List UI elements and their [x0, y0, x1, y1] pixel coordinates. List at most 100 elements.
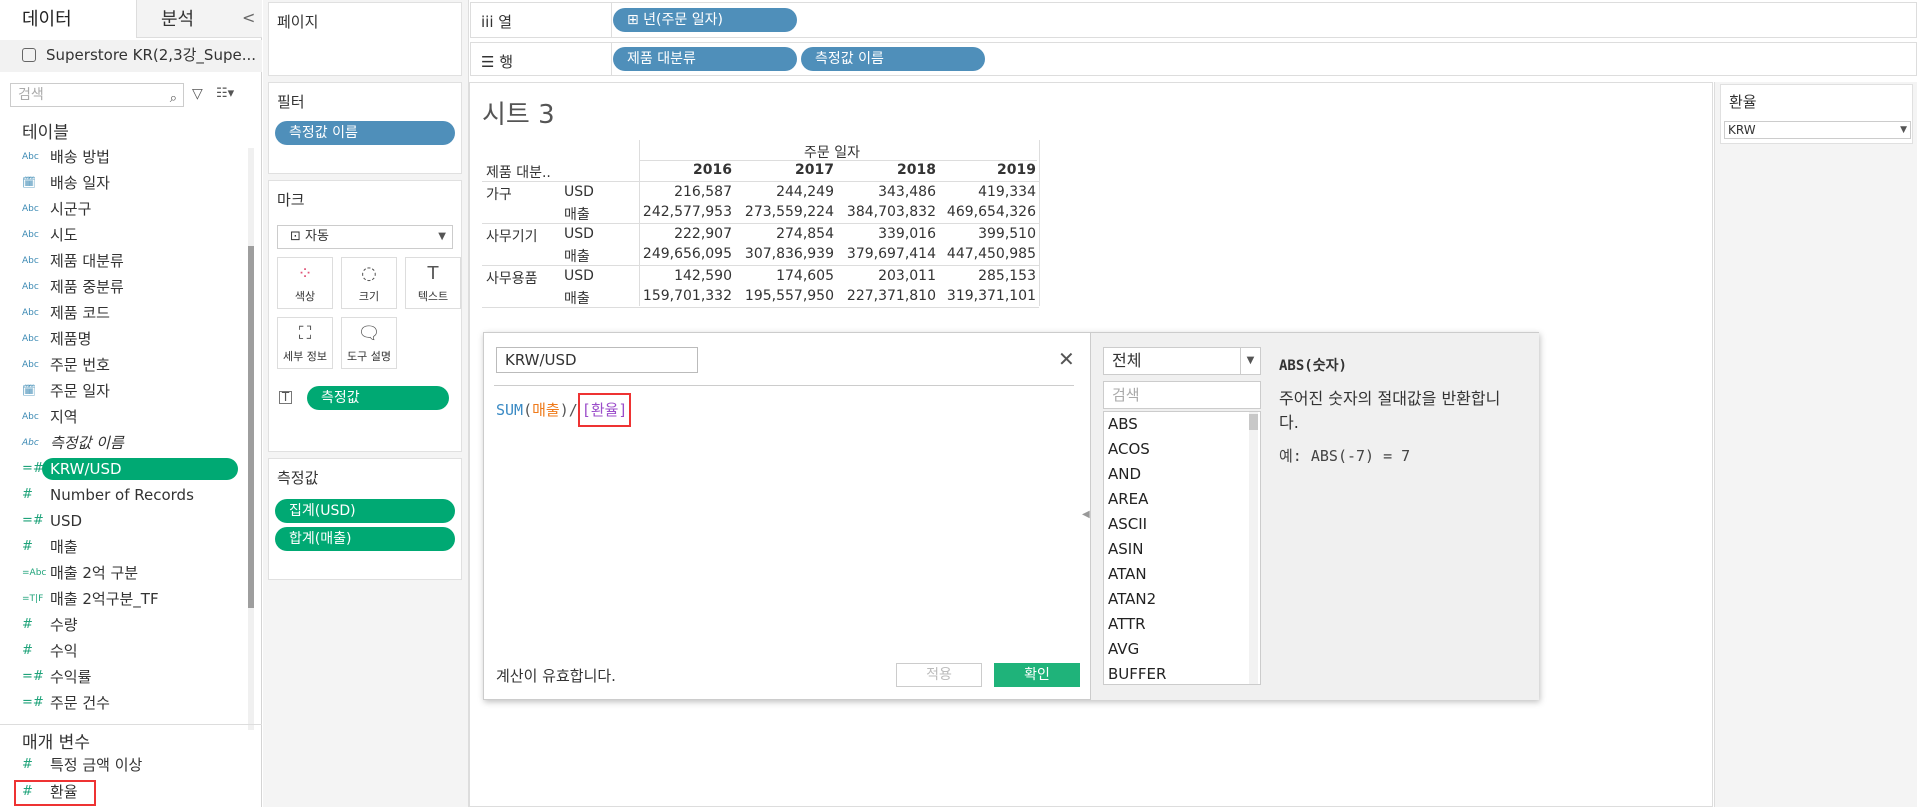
scrollbar-thumb[interactable] — [248, 246, 254, 608]
detail-icon: ⛶ — [298, 323, 312, 344]
datasource-row[interactable]: Superstore KR(2,3강_Supe... — [0, 40, 262, 72]
mark-type-dropdown[interactable]: ⊡ 자동 ▼ — [277, 225, 453, 249]
view-list-icon[interactable]: ☷▾ — [216, 86, 234, 101]
ok-button[interactable]: 확인 — [994, 663, 1080, 687]
field-label: 주문 일자 — [50, 382, 110, 400]
parameter-dropdown[interactable]: KRW ▼ — [1724, 121, 1911, 139]
function-item[interactable]: ATAN2 — [1104, 587, 1260, 612]
field-item[interactable]: Abc 시도 — [0, 222, 242, 248]
function-item[interactable]: ACOS — [1104, 437, 1260, 462]
marks-card[interactable]: 마크 ⊡ 자동 ▼ ⁘ 색상 ◌ 크기 T 텍스트 ⛶ 세부 정보 🗨 도구 설명 T 측… — [268, 180, 462, 452]
field-item[interactable]: # 수량 — [0, 612, 242, 638]
rows-label: ☰ 행 — [481, 53, 514, 71]
function-search-input[interactable]: 검색 — [1103, 381, 1261, 409]
function-item[interactable]: ABS — [1104, 412, 1260, 437]
function-list[interactable]: ABS ACOS AND AREA ASCII ASIN ATAN ATAN2 … — [1103, 411, 1261, 685]
scrollbar-thumb[interactable] — [1249, 414, 1258, 430]
filters-card[interactable]: 필터 측정값 이름 — [268, 82, 462, 174]
field-item[interactable]: Abc 시군구 — [0, 196, 242, 222]
function-description: 주어진 숫자의 절대값을 반환합니다. — [1279, 389, 1501, 432]
detail-button[interactable]: ⛶ 세부 정보 — [277, 317, 333, 369]
collapse-pane-icon[interactable]: < — [242, 8, 258, 28]
field-item[interactable]: Abc 제품 대분류 — [0, 248, 242, 274]
function-item[interactable]: ATAN — [1104, 562, 1260, 587]
function-item[interactable]: ATTR — [1104, 612, 1260, 637]
calc-measure-icon: =# — [22, 695, 44, 710]
string-type-icon: Abc — [22, 230, 39, 240]
apply-button[interactable]: 적용 — [896, 663, 982, 687]
text-button[interactable]: T 텍스트 — [405, 257, 461, 309]
field-label: 배송 일자 — [50, 174, 110, 192]
search-icon: ⌕ — [169, 91, 177, 106]
field-item[interactable]: =# 수익률 — [0, 664, 242, 690]
cell: 242,577,953 — [642, 204, 732, 220]
formula-editor[interactable]: SUM(매출)/[환율] — [496, 393, 632, 427]
field-search-input[interactable]: 검색 ⌕ — [10, 83, 184, 107]
row-header: 제품 대분.. — [486, 165, 551, 181]
field-item[interactable]: =# 주문 건수 — [0, 690, 242, 716]
function-item[interactable]: ASCII — [1104, 512, 1260, 537]
field-item[interactable]: 🗓 배송 일자 — [0, 170, 242, 196]
pages-card[interactable]: 페이지 — [268, 2, 462, 76]
cell: 142,590 — [674, 268, 732, 284]
string-type-icon: Abc — [22, 438, 39, 448]
function-item[interactable]: ASIN — [1104, 537, 1260, 562]
measure-values-pill[interactable]: 측정값 — [307, 386, 449, 410]
function-item[interactable]: AVG — [1104, 637, 1260, 662]
field-item[interactable]: =T|F 매출 2억구분_TF — [0, 586, 242, 612]
field-item[interactable]: Abc 지역 — [0, 404, 242, 430]
field-item[interactable]: # 매출 — [0, 534, 242, 560]
parameter-control-card[interactable]: 환율 KRW ▼ — [1720, 84, 1913, 144]
param-item[interactable]: # 특정 금액 이상 — [0, 752, 242, 778]
field-item[interactable]: 🗓 주문 일자 — [0, 378, 242, 404]
filter-pill[interactable]: 측정값 이름 — [275, 121, 455, 145]
function-panel: 전체 ▼ 검색 ABS ACOS AND AREA ASCII ASIN ATA… — [1090, 333, 1539, 700]
cell: 227,371,810 — [846, 288, 936, 304]
field-item-selected[interactable]: =# KRW/USD — [0, 456, 242, 482]
chevron-down-icon: ▼ — [1900, 125, 1907, 135]
string-type-icon: Abc — [22, 360, 39, 370]
cell: 469,654,326 — [946, 204, 1036, 220]
cell: 285,153 — [978, 268, 1036, 284]
tab-data[interactable]: 데이터 — [0, 0, 136, 38]
measure-label: 매출 — [564, 291, 590, 307]
field-item[interactable]: Abc 제품 코드 — [0, 300, 242, 326]
divider — [0, 724, 262, 725]
string-type-icon: Abc — [22, 152, 39, 162]
columns-shelf[interactable]: iii 열 ⊞ 년(주문 일자) — [470, 2, 1917, 38]
function-item[interactable]: BUFFER — [1104, 662, 1260, 684]
field-item[interactable]: # Number of Records — [0, 482, 242, 508]
field-item[interactable]: Abc 측정값 이름 — [0, 430, 242, 456]
mark-type-icon: ⊡ — [290, 229, 306, 244]
field-item[interactable]: =# USD — [0, 508, 242, 534]
function-item[interactable]: AREA — [1104, 487, 1260, 512]
collapse-panel-icon[interactable]: ◀ — [1082, 509, 1090, 520]
function-category-dropdown[interactable]: 전체 ▼ — [1103, 347, 1261, 375]
field-label: 제품 중분류 — [50, 278, 124, 296]
year-header: 2018 — [897, 162, 936, 178]
field-item[interactable]: Abc 배송 방법 — [0, 144, 242, 170]
measure-pill[interactable]: 집계(USD) — [275, 499, 455, 523]
function-list-scrollbar[interactable] — [1249, 412, 1258, 684]
field-label: 제품 코드 — [50, 304, 110, 322]
year-header: 2017 — [795, 162, 834, 178]
calc-name-input[interactable]: KRW/USD — [496, 347, 698, 373]
tooltip-button[interactable]: 🗨 도구 설명 — [341, 317, 397, 369]
close-icon[interactable]: ✕ — [1058, 347, 1075, 371]
cell: 203,011 — [878, 268, 936, 284]
field-item[interactable]: Abc 제품 중분류 — [0, 274, 242, 300]
measure-values-card[interactable]: 측정값 집계(USD) 합계(매출) — [268, 458, 462, 580]
rows-shelf[interactable]: ☰ 행 제품 대분류 측정값 이름 — [470, 42, 1917, 76]
function-item[interactable]: AND — [1104, 462, 1260, 487]
size-button[interactable]: ◌ 크기 — [341, 257, 397, 309]
measure-pill[interactable]: 합계(매출) — [275, 527, 455, 551]
color-button[interactable]: ⁘ 색상 — [277, 257, 333, 309]
filter-icon[interactable]: ▽ — [192, 86, 203, 102]
columns-pill[interactable]: ⊞ 년(주문 일자) — [613, 8, 797, 32]
field-item[interactable]: # 수익 — [0, 638, 242, 664]
field-item[interactable]: Abc 주문 번호 — [0, 352, 242, 378]
field-item[interactable]: Abc 제품명 — [0, 326, 242, 352]
rows-pill[interactable]: 측정값 이름 — [801, 47, 985, 71]
rows-pill[interactable]: 제품 대분류 — [613, 47, 797, 71]
field-item[interactable]: =Abc 매출 2억 구분 — [0, 560, 242, 586]
